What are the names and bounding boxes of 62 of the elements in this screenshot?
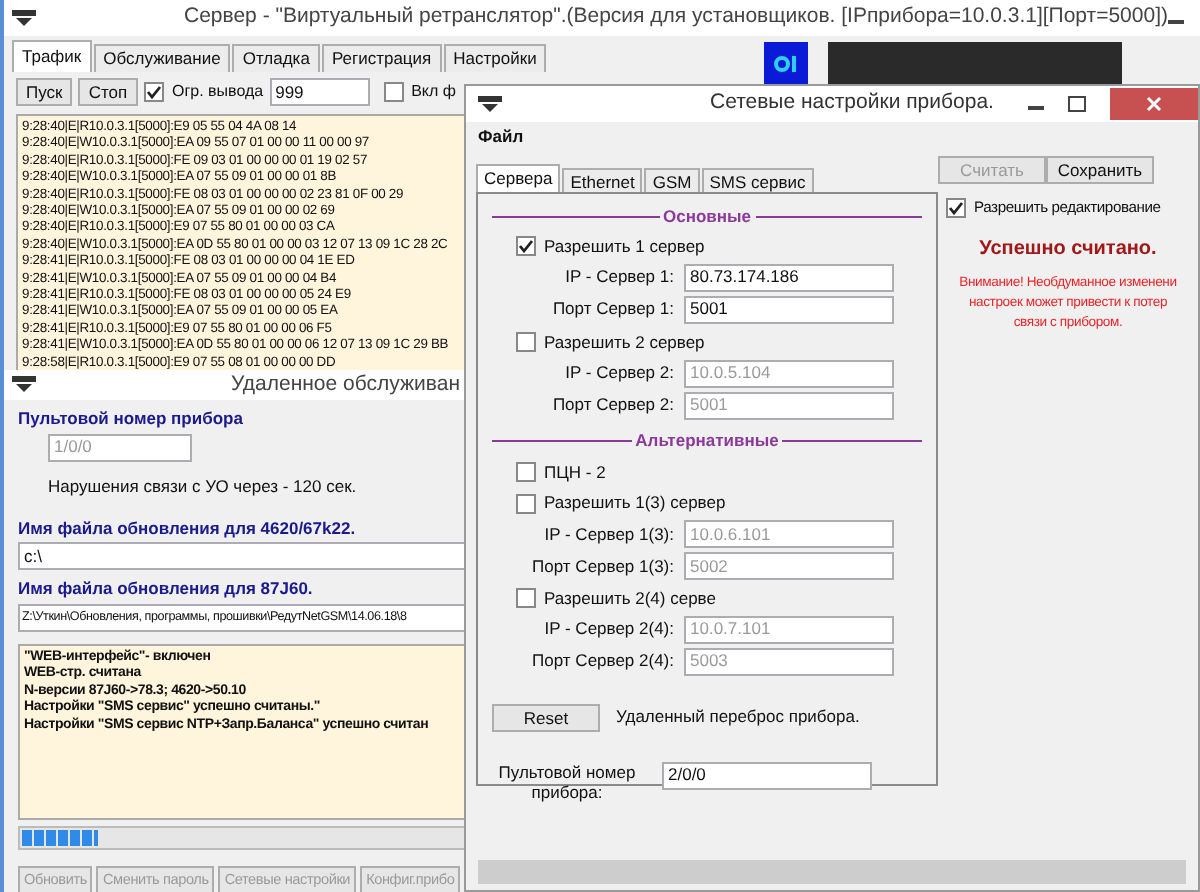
app-icon [478, 95, 502, 113]
field-label: Порт Сервер 1(3): [530, 553, 676, 579]
close-icon [1146, 96, 1162, 112]
tab[interactable]: Ethernet [562, 168, 643, 192]
input-field[interactable]: 5001 [684, 295, 894, 324]
checkbox[interactable] [516, 461, 536, 482]
tab[interactable]: Сервера [476, 164, 561, 192]
tab[interactable]: SMS сервис [701, 168, 814, 192]
stop-button[interactable]: Стоп [78, 78, 138, 106]
field-label: IP - Сервер 2: [563, 360, 676, 386]
app-icon [12, 9, 36, 27]
tab[interactable]: Трафик [12, 40, 92, 72]
checkbox-label: Разрешить 2(4) серве [544, 586, 716, 612]
checkbox[interactable] [516, 236, 536, 257]
action-button[interactable]: Сохранить [1046, 156, 1154, 184]
checkbox[interactable] [144, 82, 164, 102]
reset-description: Удаленный переброс прибора. [616, 704, 860, 731]
checkbox[interactable] [516, 588, 536, 609]
checkbox-label: Огр. вывода [172, 80, 264, 104]
input-field[interactable]: 80.73.174.186 [684, 263, 894, 292]
field-label: Имя файла обновления для 87J60. [18, 576, 315, 602]
field-label: Порт Сервер 2: [550, 392, 676, 418]
field-label: Порт Сервер 2(4): [530, 648, 676, 675]
field-label: IP - Сервер 1(3): [542, 521, 676, 547]
field-label: Пультовой номер прибора: [496, 761, 638, 802]
section-title: Основные [661, 203, 754, 229]
field-label: Имя файла обновления для 4620/67k22. [18, 515, 358, 541]
status-text: Успешно считано. [977, 236, 1159, 265]
field-label: IP - Сервер 1: [563, 264, 676, 291]
file-path-field[interactable]: c:\ [18, 542, 468, 571]
checkbox-label: Вкл ф [411, 80, 456, 104]
timeout-text: Нарушения связи с УО через - 120 сек. [48, 473, 359, 499]
window-title: Удаленное обслуживан [231, 369, 462, 400]
checkbox-label: Разрешить 1(3) сервер [544, 490, 726, 516]
window-title: Сервер - "Виртуальный ретранслятор".(Версия для установщиков. [IPприбора=10.0.3.1][Порт=5000]) [184, 2, 1168, 33]
tab[interactable]: GSM [644, 168, 700, 192]
console-number-field[interactable]: 2/0/0 [662, 761, 872, 790]
checkbox[interactable] [516, 493, 536, 514]
field-label: Порт Сервер 1: [550, 296, 676, 323]
checkbox-label: ПЦН - 2 [544, 459, 606, 485]
window-title: Сетевые настройки прибора. [710, 88, 994, 119]
tab[interactable]: Обслуживание [93, 44, 231, 72]
tab[interactable]: Настройки [443, 44, 547, 72]
menu-item[interactable]: Файл [474, 123, 528, 149]
checkbox[interactable] [516, 332, 536, 353]
reset-button[interactable]: Reset [492, 703, 600, 732]
maximize-icon[interactable] [1068, 96, 1086, 112]
checkbox-label: Разрешить 1 сервер [544, 234, 705, 260]
limit-field[interactable]: 999 [269, 78, 370, 106]
field-label: IP - Сервер 2(4): [542, 616, 676, 643]
checkbox[interactable] [946, 197, 966, 218]
close-button[interactable] [1110, 88, 1198, 120]
field-label: Пультовой номер прибора [18, 406, 245, 432]
scrollbar[interactable] [478, 860, 1186, 884]
tab[interactable]: Регистрация [321, 44, 442, 72]
section-title: Альтернативные [633, 428, 781, 454]
app-icon [12, 376, 36, 394]
checkbox-label: Разрешить 2 сервер [544, 329, 705, 355]
tab[interactable]: Отладка [232, 44, 320, 72]
start-button[interactable]: Пуск [16, 78, 72, 106]
logo-icon [764, 42, 808, 84]
checkbox[interactable] [383, 82, 404, 102]
